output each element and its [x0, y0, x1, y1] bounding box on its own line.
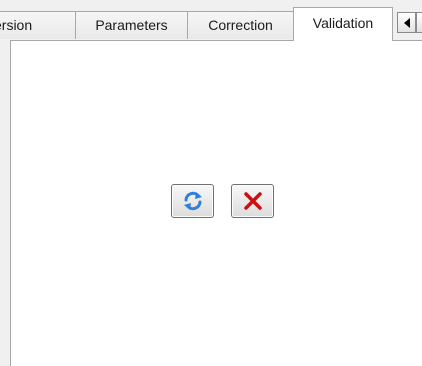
refresh-icon — [183, 191, 202, 211]
validation-panel — [10, 40, 422, 366]
tab-label: Validation — [312, 15, 374, 31]
tab-correction[interactable]: Correction — [187, 11, 294, 39]
cancel-button[interactable] — [231, 184, 274, 218]
tab-scroll-right-button[interactable] — [416, 12, 422, 33]
window: ersion Parameters Correction Validation — [0, 0, 422, 366]
red-x-icon — [243, 192, 262, 210]
refresh-button[interactable] — [171, 184, 214, 218]
tab-scroll-left-button[interactable] — [397, 12, 416, 33]
tab-parameters[interactable]: Parameters — [75, 11, 188, 39]
tab-version[interactable]: ersion — [0, 11, 76, 39]
tab-label: ersion — [0, 17, 33, 33]
triangle-left-icon — [403, 17, 410, 28]
tab-bar: ersion Parameters Correction Validation — [0, 0, 422, 41]
tab-label: Parameters — [95, 17, 168, 33]
tab-validation[interactable]: Validation — [293, 7, 393, 41]
tab-label: Correction — [208, 17, 273, 33]
